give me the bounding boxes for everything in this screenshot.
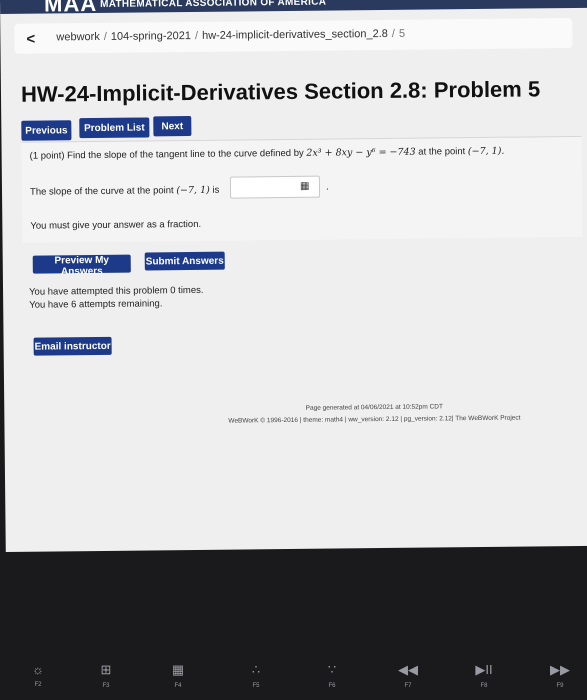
answer-label: The slope of the curve at the point (−7,… [30,185,219,198]
maa-org-name: MATHEMATICAL ASSOCIATION OF AMERICA [99,0,327,10]
page-title: HW-24-Implicit-Derivatives Section 2.8: … [20,76,541,107]
attempts-remaining: You have 6 attempts remaining. [29,298,163,311]
key-label: F3 [102,683,110,689]
preview-answers-button[interactable]: Preview My Answers [32,254,131,277]
answer-label-text: The slope of the curve at the point [29,185,174,198]
key-label: F2 [34,682,42,688]
brightness-icon: ☼ [32,662,44,677]
rewind-icon: ◀◀ [398,662,418,677]
keyboard-light-up-icon: ∵ [327,662,337,677]
problem-list-button[interactable]: Problem List [79,117,150,139]
brightness-up-key[interactable]: ☼ F2 [18,662,58,688]
maa-banner: MAA MATHEMATICAL ASSOCIATION OF AMERICA [0,0,587,14]
problem-box: (1 point) Find the slope of the tangent … [21,135,583,243]
play-pause-key[interactable]: ▶II F8 [464,662,504,689]
keyboard-light-down-icon: ∴ [251,662,261,677]
breadcrumb-separator: / [103,30,107,43]
next-button[interactable]: Next [153,116,192,137]
key-label: F8 [480,683,488,689]
footer-credits: WeBWorK © 1996-2016 | theme: math4 | ww_… [228,414,521,425]
fast-forward-icon: ▶▶ [550,662,570,677]
launchpad-key[interactable]: ▦ F4 [158,662,198,689]
answer-label-suffix: is [212,184,220,196]
breadcrumb: < webwork/104-spring-2021/hw-24-implicit… [14,18,573,54]
back-icon[interactable]: < [20,29,40,49]
answer-point: (−7, 1) [176,184,210,197]
problem-points: (1 point) [29,150,65,162]
prompt-text: Find the slope of the tangent line to th… [67,147,304,162]
keyboard-light-up-key[interactable]: ∵ F6 [312,662,352,689]
maa-logo: MAA [43,0,98,14]
fast-forward-key[interactable]: ▶▶ F9 [540,662,580,689]
key-label: F7 [404,683,412,689]
keyboard-function-row: ☼ F2 ⊞ F3 ▦ F4 ∴ F5 ∵ F6 ◀◀ F7 ▶II F8 ▶▶ F9 [0,640,587,700]
equation: 2x³ + 8xy − y⁶ = −743 [306,146,416,159]
breadcrumb-current: 5 [398,27,406,40]
at-point-text: at the point [418,146,466,158]
fraction-note: You must give your answer as a fraction. [30,218,202,232]
play-pause-icon: ▶II [475,662,493,677]
matrix-icon[interactable]: ▦ [300,181,310,192]
rewind-key[interactable]: ◀◀ F7 [388,662,428,689]
browser-screen: MAA MATHEMATICAL ASSOCIATION OF AMERICA … [0,0,587,552]
mission-control-icon: ⊞ [100,662,112,677]
key-label: F4 [174,683,182,689]
breadcrumb-link-course[interactable]: 104-spring-2021 [111,30,191,43]
breadcrumb-link-webwork[interactable]: webwork [56,31,100,43]
page-footer: Page generated at 04/06/2021 at 10:52pm … [204,400,544,428]
breadcrumb-link-set[interactable]: hw-24-implicit-derivatives_section_2.8 [202,28,388,42]
key-label: F9 [556,683,564,689]
launchpad-icon: ▦ [171,662,185,677]
previous-button[interactable]: Previous [21,120,72,141]
email-instructor-button[interactable]: Email instructor [33,336,112,356]
attempts-info: You have attempted this problem 0 times.… [29,284,204,312]
attempts-count: You have attempted this problem 0 times. [29,284,204,298]
answer-period: . [325,181,329,193]
breadcrumb-trail: webwork/104-spring-2021/hw-24-implicit-d… [56,28,405,44]
key-label: F6 [328,683,336,689]
point-value: (−7, 1). [467,145,505,158]
keyboard-light-down-key[interactable]: ∴ F5 [236,662,276,689]
mission-control-key[interactable]: ⊞ F3 [86,662,126,689]
key-label: F5 [252,683,260,689]
submit-answers-button[interactable]: Submit Answers [144,251,225,271]
breadcrumb-separator: / [194,29,199,42]
breadcrumb-separator: / [391,27,396,40]
problem-prompt: (1 point) Find the slope of the tangent … [30,146,505,162]
